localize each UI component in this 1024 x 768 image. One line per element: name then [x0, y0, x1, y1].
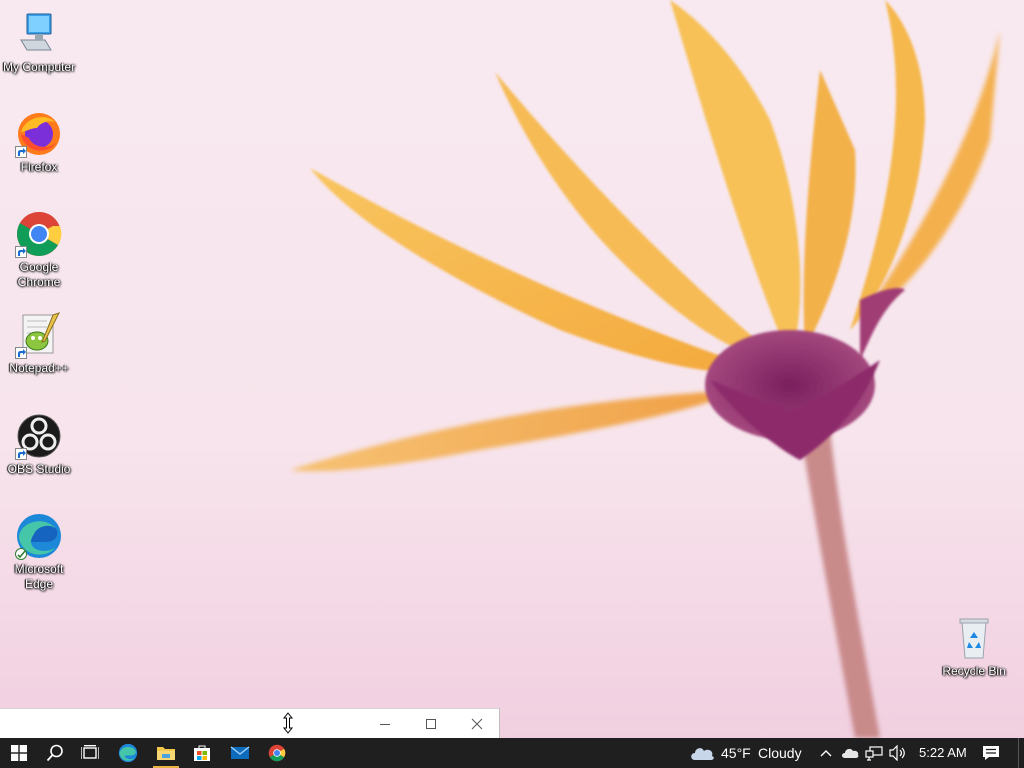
- task-view-icon: [81, 745, 99, 759]
- desktop-icon-label: My Computer: [2, 60, 76, 74]
- computer-icon: [15, 10, 63, 58]
- chrome-icon: [268, 744, 286, 762]
- obs-studio-icon: [15, 412, 63, 460]
- windows-logo-icon: [11, 745, 27, 761]
- collapsed-app-window[interactable]: [0, 708, 500, 738]
- weather-button[interactable]: [684, 738, 720, 768]
- minimize-icon: [380, 723, 390, 725]
- start-button[interactable]: [0, 738, 38, 768]
- maximize-button[interactable]: [408, 709, 454, 738]
- resize-cursor-icon: [282, 712, 294, 739]
- desktop-wallpaper: [0, 0, 1024, 738]
- desktop-icon-google-chrome[interactable]: Google Chrome: [0, 210, 79, 290]
- show-hidden-icons-button[interactable]: [815, 738, 837, 768]
- taskbar-mail-button[interactable]: [221, 738, 259, 768]
- recycle-bin-icon: [950, 614, 998, 662]
- close-icon: [471, 718, 483, 729]
- desktop-icon-microsoft-edge[interactable]: Microsoft Edge: [0, 512, 79, 592]
- desktop-icon-label: Firefox: [20, 160, 58, 174]
- desktop-icon-my-computer[interactable]: My Computer: [0, 10, 79, 75]
- notification-icon: [983, 746, 999, 760]
- volume-tray-button[interactable]: [885, 738, 909, 768]
- desktop-icon-firefox[interactable]: Firefox: [0, 110, 79, 175]
- check-badge-icon: [15, 548, 27, 560]
- search-icon: [46, 744, 63, 762]
- desktop-icon-notepad-plus-plus[interactable]: Notepad++: [0, 311, 79, 376]
- taskbar-chrome-button[interactable]: [258, 738, 296, 768]
- action-center-button[interactable]: [972, 738, 1010, 768]
- taskbar-store-button[interactable]: [183, 738, 221, 768]
- onedrive-tray-button[interactable]: [838, 738, 862, 768]
- clock[interactable]: 5:22 AM: [919, 738, 967, 768]
- shortcut-arrow-icon: [15, 146, 27, 158]
- firefox-icon: [15, 110, 63, 158]
- desktop-icon-label: Microsoft Edge: [14, 562, 64, 591]
- minimize-button[interactable]: [362, 709, 408, 738]
- maximize-icon: [426, 718, 436, 729]
- taskbar: 45°F Cloudy 5:22 AM: [0, 738, 1024, 768]
- notepad-plus-plus-icon: [15, 311, 63, 359]
- shortcut-arrow-icon: [15, 448, 27, 460]
- mail-icon: [230, 746, 250, 759]
- desktop-icon-obs-studio[interactable]: OBS Studio: [0, 412, 79, 477]
- file-explorer-icon: [157, 747, 175, 760]
- chevron-up-icon: [820, 750, 832, 757]
- desktop-icon-label: Notepad++: [9, 361, 69, 375]
- search-button[interactable]: [36, 738, 74, 768]
- cloudy-weather-icon: [691, 748, 714, 760]
- edge-icon: [118, 743, 138, 763]
- weather-temperature[interactable]: 45°F: [721, 738, 751, 768]
- desktop-icon-label: Recycle Bin: [942, 664, 1006, 678]
- shortcut-arrow-icon: [15, 347, 27, 359]
- chrome-icon: [15, 210, 63, 258]
- close-button[interactable]: [454, 709, 500, 738]
- shortcut-arrow-icon: [15, 246, 27, 258]
- microsoft-store-icon: [194, 745, 210, 761]
- desktop-icon-recycle-bin[interactable]: Recycle Bin: [934, 614, 1014, 679]
- speaker-volume-icon: [889, 745, 905, 761]
- network-icon: [865, 746, 883, 761]
- desktop-icon-label: OBS Studio: [7, 462, 71, 476]
- desktop-icon-label: Google Chrome: [17, 260, 61, 289]
- show-desktop-button[interactable]: [1018, 738, 1019, 768]
- taskbar-edge-button[interactable]: [109, 738, 147, 768]
- network-tray-button[interactable]: [862, 738, 886, 768]
- taskbar-file-explorer-button[interactable]: [147, 738, 185, 768]
- edge-icon: [15, 512, 63, 560]
- weather-condition[interactable]: Cloudy: [758, 738, 802, 768]
- task-view-button[interactable]: [71, 738, 109, 768]
- onedrive-cloud-icon: [842, 748, 859, 758]
